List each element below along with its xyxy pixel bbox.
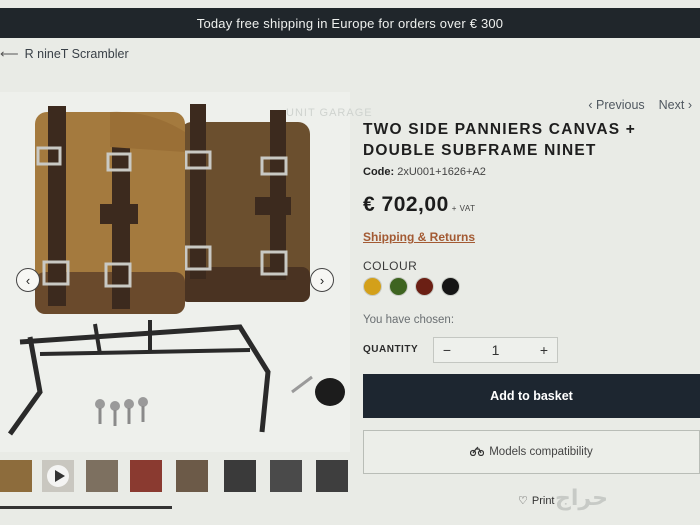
product-title: TWO SIDE PANNIERS CANVAS + DOUBLE SUBFRA… — [363, 121, 637, 159]
gallery-next-button[interactable]: › — [310, 268, 334, 292]
promo-text: Today free shipping in Europe for orders… — [196, 15, 504, 31]
promo-banner: Today free shipping in Europe for orders… — [0, 8, 700, 38]
heart-icon: ♡ — [518, 495, 528, 507]
thumbnail-6[interactable] — [224, 460, 256, 492]
motorcycle-icon — [470, 446, 485, 459]
quantity-decrease-button[interactable]: − — [434, 338, 460, 362]
thumbnail-strip — [0, 460, 350, 500]
thumbnail-3[interactable] — [86, 460, 118, 492]
vat-label: + VAT — [451, 204, 476, 213]
product-pager: ‹ Previous Next › — [588, 98, 692, 112]
models-compatibility-label: Models compatibility — [489, 446, 593, 458]
colour-label: COLOUR — [363, 259, 418, 273]
back-link-label: R nineT Scrambler — [24, 47, 129, 61]
thumbnail-4[interactable] — [130, 460, 162, 492]
price-value: € 702,00 — [363, 193, 449, 216]
thumbnail-7[interactable] — [270, 460, 302, 492]
code-label: Code: — [363, 166, 395, 178]
next-product-link[interactable]: Next › — [659, 98, 692, 112]
quantity-stepper: − 1 + — [433, 337, 558, 363]
models-compatibility-button[interactable]: Models compatibility — [363, 430, 700, 474]
chevron-right-icon: › — [319, 272, 325, 288]
product-code: Code: 2xU001+1626+A2 — [363, 166, 486, 178]
colour-swatch-green[interactable] — [389, 277, 408, 296]
code-value: 2xU001+1626+A2 — [397, 166, 486, 178]
play-icon — [47, 465, 69, 487]
arrow-left-icon: ⟵ — [0, 46, 19, 61]
thumbnail-5[interactable] — [176, 460, 208, 492]
print-label: Print — [531, 494, 555, 507]
thumbnail-video[interactable] — [42, 460, 74, 492]
chosen-label: You have chosen: — [363, 314, 455, 326]
colour-swatches — [363, 277, 460, 296]
haraj-watermark-logo: حراج — [555, 486, 608, 511]
panniers-illustration — [7, 104, 345, 436]
quantity-label: QUANTITY — [363, 344, 419, 355]
colour-swatch-mustard[interactable] — [363, 277, 382, 296]
back-link[interactable]: ⟵ R nineT Scrambler — [0, 46, 129, 62]
next-label: Next — [658, 98, 685, 112]
colour-swatch-brown[interactable] — [415, 277, 434, 296]
thumbnail-1[interactable] — [0, 460, 32, 492]
brand-watermark: UNIT GARAGE — [286, 107, 373, 119]
quantity-increase-button[interactable]: + — [531, 338, 557, 362]
thumbnail-scroll-indicator[interactable] — [0, 506, 172, 509]
chevron-left-icon: ‹ — [25, 272, 31, 288]
previous-product-link[interactable]: ‹ Previous — [588, 98, 644, 112]
print-link[interactable]: ♡ Print — [518, 494, 555, 508]
product-price: € 702,00 + VAT — [363, 193, 476, 217]
product-image — [0, 92, 350, 452]
colour-swatch-black[interactable] — [441, 277, 460, 296]
add-to-basket-button[interactable]: Add to basket — [363, 374, 700, 418]
gallery-prev-button[interactable]: ‹ — [16, 268, 40, 292]
previous-label: Previous — [596, 98, 645, 112]
thumbnail-8[interactable] — [316, 460, 348, 492]
quantity-value[interactable]: 1 — [492, 342, 500, 358]
shipping-returns-link[interactable]: Shipping & Returns — [363, 230, 475, 244]
